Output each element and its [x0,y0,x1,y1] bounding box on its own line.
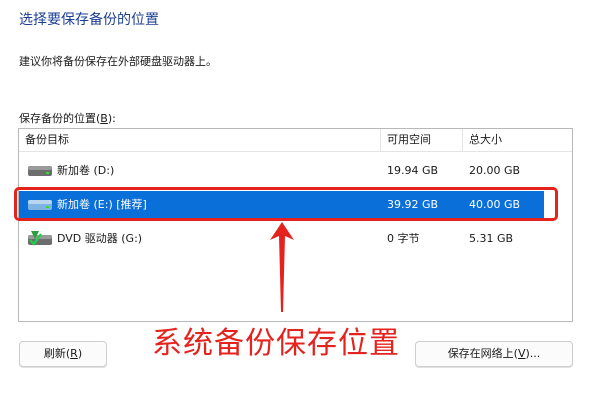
dvd-drive-icon [28,231,52,246]
total-size-value: 20.00 GB [469,164,521,177]
hard-drive-icon [28,166,52,176]
backup-location-dialog: 选择要保存备份的位置 建议你将备份保存在外部硬盘驱动器上。 保存备份的位置(B)… [0,0,600,400]
list-label: 保存备份的位置(B): [19,110,116,126]
advice-text: 建议你将备份保存在外部硬盘驱动器上。 [19,55,217,68]
list-label-tail: ): [107,112,116,125]
drive-name: DVD 驱动器 (G:) [57,232,143,245]
refresh-button[interactable]: 刷新(R) [19,341,107,367]
refresh-button-text: 刷新( [43,347,71,360]
list-label-accesskey: B [100,112,108,125]
column-headers: 备份目标 可用空间 总大小 [19,129,572,152]
list-item[interactable]: 新加卷 (D:) 19.94 GB 20.00 GB [19,157,544,185]
save-on-network-button[interactable]: 保存在网络上(V)... [415,341,573,367]
list-label-text: 保存备份的位置( [19,112,101,125]
drive-name: 新加卷 (D:) [57,164,115,177]
dialog-heading: 选择要保存备份的位置 [19,12,159,28]
network-accesskey: V [517,347,526,360]
free-space-value: 0 字节 [387,232,420,245]
column-header-free-space[interactable]: 可用空间 [380,129,462,151]
free-space-value: 19.94 GB [387,164,439,177]
network-button-tail: )... [525,347,541,360]
total-size-value: 5.31 GB [469,232,514,245]
network-button-text: 保存在网络上( [447,347,518,360]
annotation-label: 系统备份保存位置 [152,326,400,361]
arrow-up-icon [270,222,294,312]
column-header-target[interactable]: 备份目标 [19,129,380,151]
highlight-box [14,187,558,221]
refresh-accesskey: R [70,347,78,360]
column-header-total-size[interactable]: 总大小 [462,129,572,151]
refresh-button-tail: ) [77,347,83,360]
